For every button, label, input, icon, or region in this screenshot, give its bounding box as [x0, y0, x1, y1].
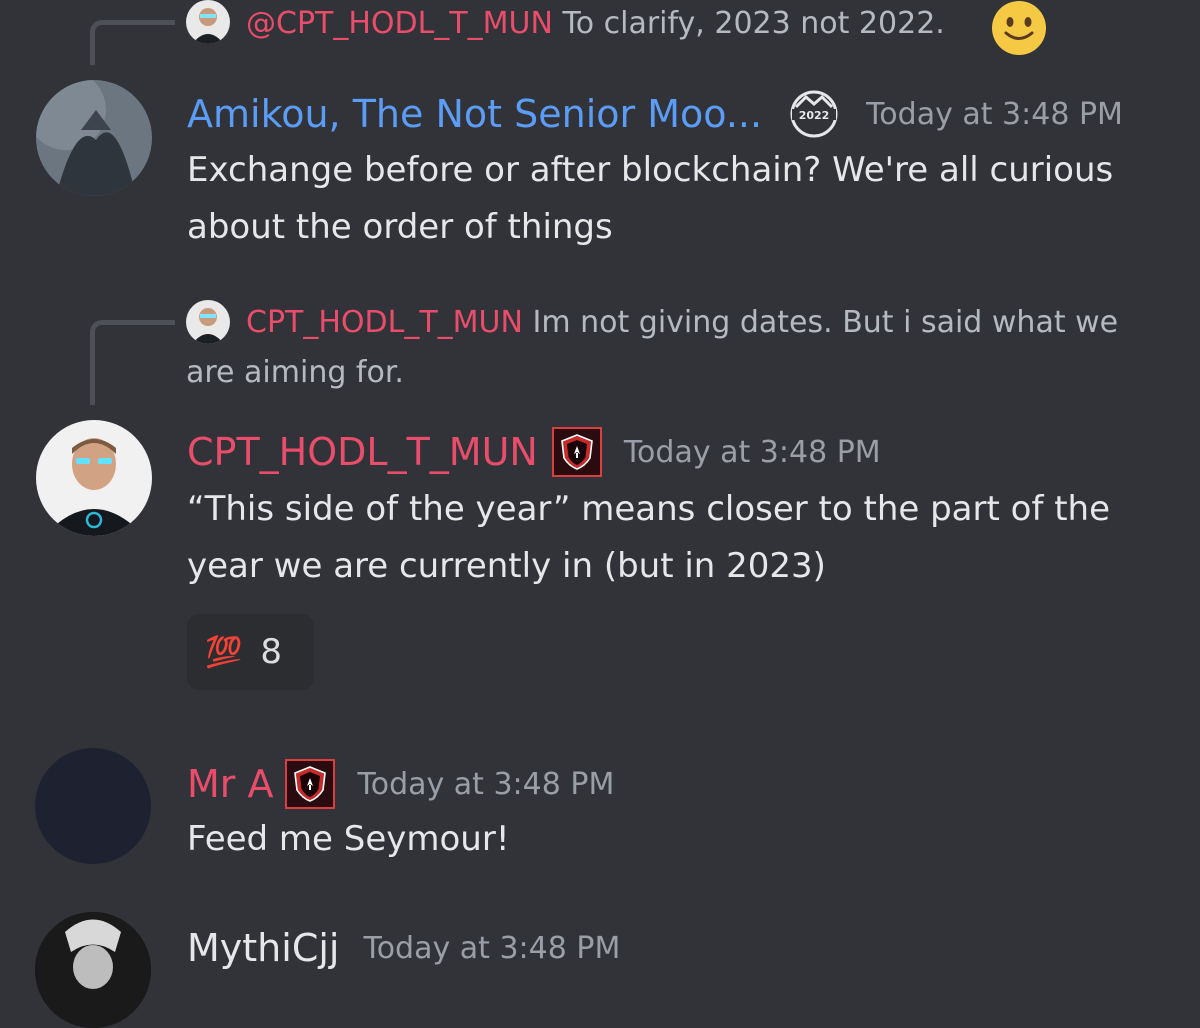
- svg-text:2022: 2022: [799, 109, 830, 122]
- message-content: Exchange before or after blockchain? We'…: [187, 142, 1177, 256]
- badge-2022-icon: 2022: [786, 89, 842, 139]
- user-avatar-icon: [36, 420, 152, 536]
- slight-smile-emoji: [990, 0, 1048, 56]
- reaction-hundred[interactable]: 💯 8: [187, 614, 314, 690]
- author-name[interactable]: Mr A: [187, 762, 273, 806]
- user-avatar-icon: [186, 300, 230, 344]
- timestamp: Today at 3:48 PM: [623, 434, 881, 470]
- message-header: MythiCjj Today at 3:48 PM: [187, 920, 620, 976]
- reply-preview[interactable]: @CPT_HODL_T_MUN To clarify, 2023 not 202…: [246, 6, 945, 41]
- reply-author[interactable]: @CPT_HODL_T_MUN: [246, 6, 553, 41]
- shield-role-icon: [551, 427, 602, 477]
- message-content: Feed me Seymour!: [187, 811, 1177, 868]
- message-content: “This side of the year” means closer to …: [187, 481, 1177, 595]
- author-name[interactable]: CPT_HODL_T_MUN: [187, 430, 538, 474]
- user-avatar-icon: [36, 80, 152, 196]
- timestamp: Today at 3:48 PM: [357, 766, 615, 802]
- shield-role-icon: [285, 759, 336, 809]
- message-line: Exchange before or after blockchain? We'…: [187, 150, 1114, 190]
- avatar-amikou[interactable]: [36, 80, 152, 196]
- author-name[interactable]: MythiCjj: [187, 926, 339, 970]
- message-line: Feed me Seymour!: [187, 819, 510, 859]
- avatar-mr-a[interactable]: [35, 748, 151, 864]
- reply-connector: [90, 20, 175, 65]
- reply-avatar[interactable]: [186, 0, 230, 44]
- author-name[interactable]: Amikou, The Not Senior Moo...: [187, 92, 762, 136]
- message-line: “This side of the year” means closer to …: [187, 489, 1111, 529]
- message-line: about the order of things: [187, 207, 613, 247]
- reply-preview[interactable]: CPT_HODL_T_MUN Im not giving dates. But …: [246, 305, 1118, 340]
- message-header: Mr A Today at 3:48 PM: [187, 756, 614, 812]
- reply-text: To clarify, 2023 not 2022.: [562, 6, 945, 41]
- reply-text: Im not giving dates. But i said what we: [532, 305, 1119, 340]
- reply-author[interactable]: CPT_HODL_T_MUN: [246, 305, 523, 340]
- user-avatar-icon: [35, 912, 151, 1028]
- timestamp: Today at 3:48 PM: [363, 930, 621, 966]
- user-avatar-icon: [186, 0, 230, 44]
- message-header: Amikou, The Not Senior Moo... 2022 Today…: [187, 86, 1123, 142]
- reply-connector: [90, 320, 175, 405]
- message-line: year we are currently in (but in 2023): [187, 546, 826, 586]
- hundred-points-icon: 💯: [205, 634, 243, 670]
- reply-avatar[interactable]: [186, 300, 230, 344]
- timestamp: Today at 3:48 PM: [866, 96, 1123, 132]
- reply-text-continued: are aiming for.: [186, 355, 404, 390]
- avatar-cpt-hodl[interactable]: [36, 420, 152, 536]
- message-header: CPT_HODL_T_MUN Today at 3:48 PM: [187, 424, 881, 480]
- avatar-mythicjj[interactable]: [35, 912, 151, 1028]
- reaction-count: 8: [260, 632, 282, 672]
